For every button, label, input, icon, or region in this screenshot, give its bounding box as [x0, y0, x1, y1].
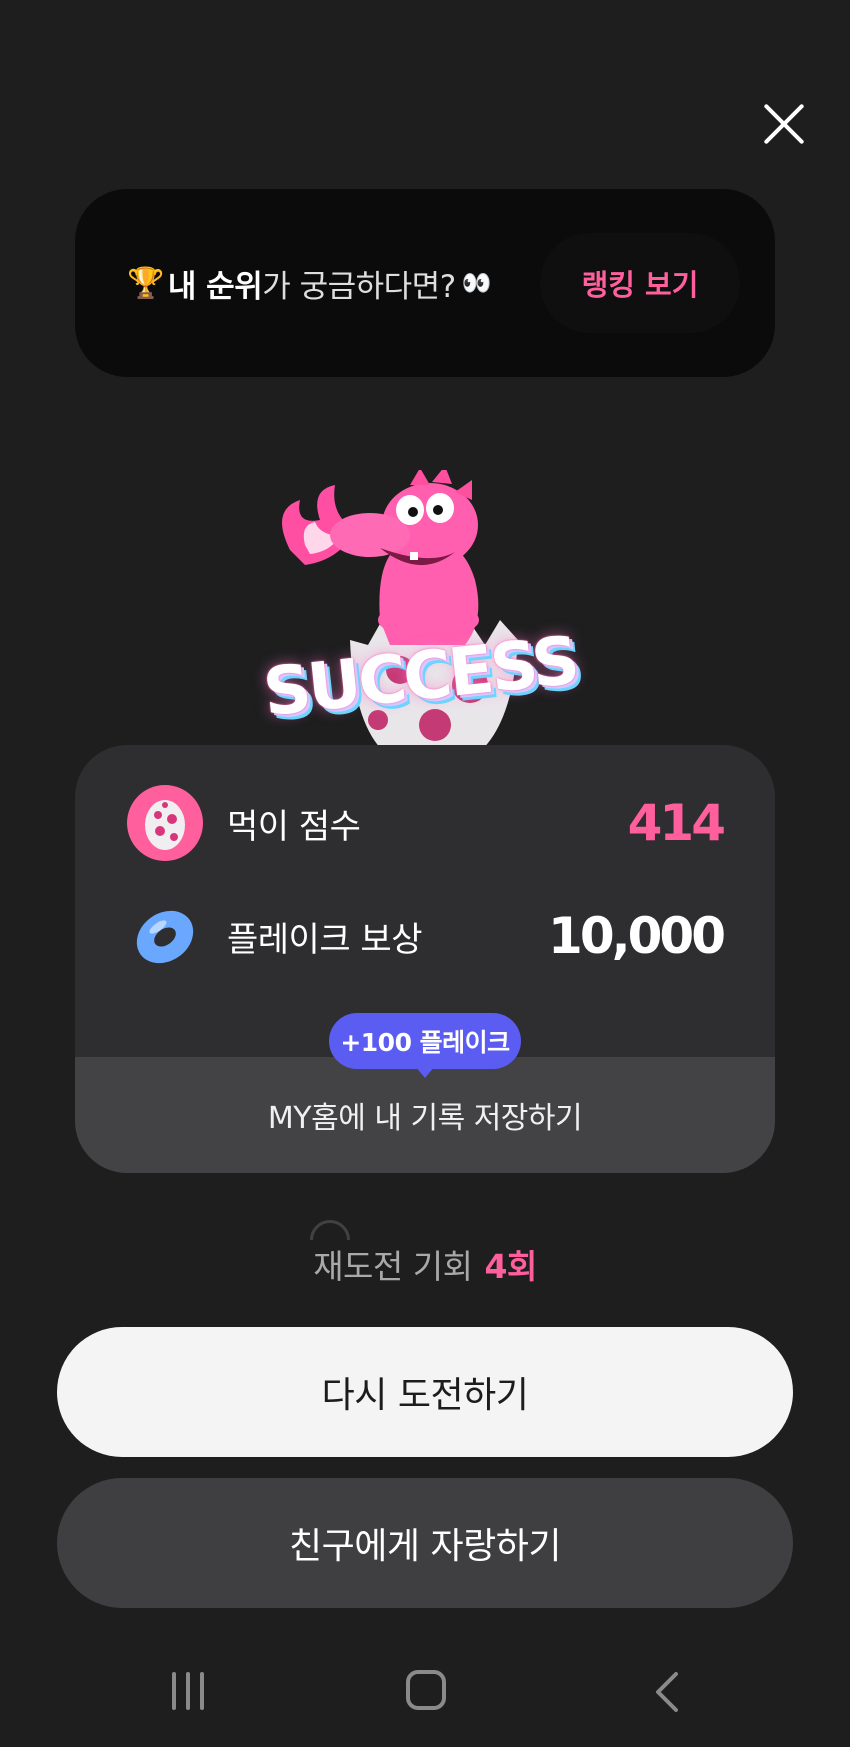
badge-pointer — [415, 1066, 435, 1078]
rank-prompt-strong: 내 순위 — [167, 268, 263, 305]
checkbox-circle-icon — [310, 1220, 350, 1240]
view-ranking-button[interactable]: 랭킹 보기 — [540, 233, 740, 333]
score-row: 먹이 점수 414 — [127, 783, 726, 863]
flake-label: 플레이크 보상 — [227, 919, 423, 960]
trophy-icon: 🏆 — [127, 265, 164, 301]
recent-apps-icon[interactable] — [170, 1670, 210, 1714]
egg-icon — [127, 785, 203, 861]
retry-label: 재도전 기회 — [313, 1247, 473, 1286]
retry-button[interactable]: 다시 도전하기 — [57, 1327, 793, 1457]
rank-prompt: 🏆 내 순위 가 궁금하다면? 👀 — [127, 189, 492, 377]
close-icon[interactable] — [760, 100, 808, 148]
retry-chances: 재도전 기회 4회 — [0, 1240, 850, 1288]
home-icon[interactable] — [406, 1670, 446, 1710]
bonus-flake-badge: +100 플레이크 — [329, 1013, 521, 1069]
rank-prompt-suffix: 가 궁금하다면? — [262, 268, 456, 305]
faded-checkbox-row — [300, 1216, 550, 1240]
flake-reward-row: 플레이크 보상 10,000 — [127, 896, 726, 976]
retry-count: 4회 — [484, 1247, 537, 1286]
flake-value: 10,000 — [548, 907, 726, 965]
flake-ring-icon — [127, 898, 203, 974]
result-card: 먹이 점수 414 플레이크 보상 10,000 MY홈에 내 기록 저장하기 … — [75, 745, 775, 1173]
share-button[interactable]: 친구에게 자랑하기 — [57, 1478, 793, 1608]
score-label: 먹이 점수 — [227, 806, 361, 847]
rank-banner: 🏆 내 순위 가 궁금하다면? 👀 랭킹 보기 — [75, 189, 775, 377]
score-value: 414 — [627, 794, 726, 852]
back-icon[interactable] — [650, 1670, 684, 1714]
eyes-icon: 👀 — [461, 269, 492, 297]
